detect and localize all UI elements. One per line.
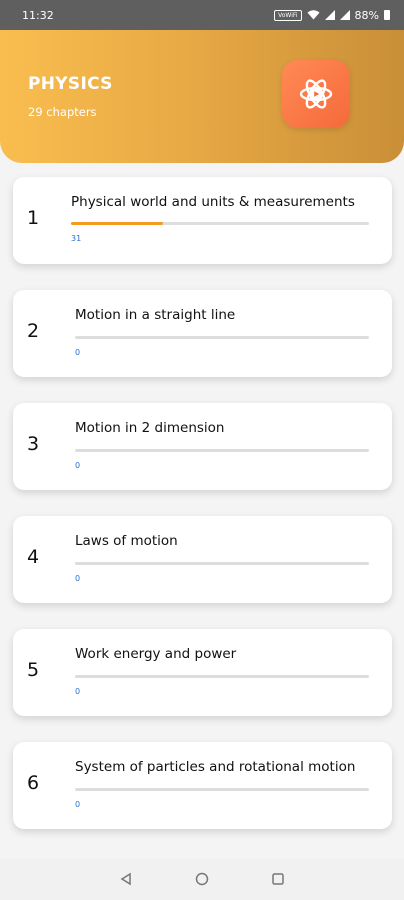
chapter-progress-fill <box>71 222 164 225</box>
home-circle-icon[interactable] <box>195 872 209 886</box>
chapter-list: 1 Physical world and units & measurements… <box>13 177 392 855</box>
subject-header: PHYSICS 29 chapters <box>0 30 404 163</box>
chapter-title: Motion in 2 dimension <box>75 420 225 436</box>
chapter-progress-label: 31 <box>71 234 82 243</box>
chapter-title: System of particles and rotational motio… <box>75 759 356 775</box>
chapter-number: 3 <box>27 433 40 455</box>
chapter-progress-label: 0 <box>75 348 81 357</box>
vowifi-badge: VoWiFi <box>274 9 302 21</box>
chapter-progress-bar <box>75 675 369 678</box>
chapter-number: 2 <box>27 320 40 342</box>
chapter-progress-label: 0 <box>75 574 81 583</box>
chapter-number: 6 <box>27 772 40 794</box>
status-time: 11:32 <box>22 8 54 22</box>
chapter-progress-label: 0 <box>75 687 81 696</box>
recents-square-icon[interactable] <box>271 872 285 886</box>
chapter-card[interactable]: 6 System of particles and rotational moti… <box>13 742 392 829</box>
signal-icon <box>324 10 335 20</box>
chapter-card[interactable]: 2 Motion in a straight line 0 <box>13 290 392 377</box>
chapter-progress-label: 0 <box>75 800 81 809</box>
chapter-title: Laws of motion <box>75 533 178 549</box>
atom-play-icon <box>282 60 350 128</box>
chapter-progress-label: 0 <box>75 461 81 470</box>
back-triangle-icon[interactable] <box>119 872 133 886</box>
battery-icon <box>384 10 390 20</box>
chapter-progress-bar <box>75 788 369 791</box>
wifi-icon <box>307 10 320 20</box>
signal-icon-2 <box>339 10 350 20</box>
status-icons: VoWiFi 88% <box>274 9 390 22</box>
chapter-card[interactable]: 4 Laws of motion 0 <box>13 516 392 603</box>
status-bar: 11:32 VoWiFi 88% <box>0 0 404 30</box>
chapter-title: Physical world and units & measurements <box>71 194 355 210</box>
navigation-bar <box>0 858 404 900</box>
chapter-progress-bar <box>75 562 369 565</box>
chapter-title: Work energy and power <box>75 646 237 662</box>
chapter-number: 4 <box>27 546 40 568</box>
chapter-count: 29 chapters <box>28 105 97 119</box>
chapter-progress-bar <box>75 336 369 339</box>
chapter-progress-bar <box>75 449 369 452</box>
chapter-card[interactable]: 3 Motion in 2 dimension 0 <box>13 403 392 490</box>
chapter-progress-bar <box>71 222 369 225</box>
chapter-number: 1 <box>27 207 40 229</box>
chapter-title: Motion in a straight line <box>75 307 236 323</box>
chapter-card[interactable]: 5 Work energy and power 0 <box>13 629 392 716</box>
subject-title: PHYSICS <box>28 74 113 94</box>
chapter-number: 5 <box>27 659 40 681</box>
battery-percent: 88% <box>354 8 379 22</box>
chapter-card[interactable]: 1 Physical world and units & measurements… <box>13 177 392 264</box>
